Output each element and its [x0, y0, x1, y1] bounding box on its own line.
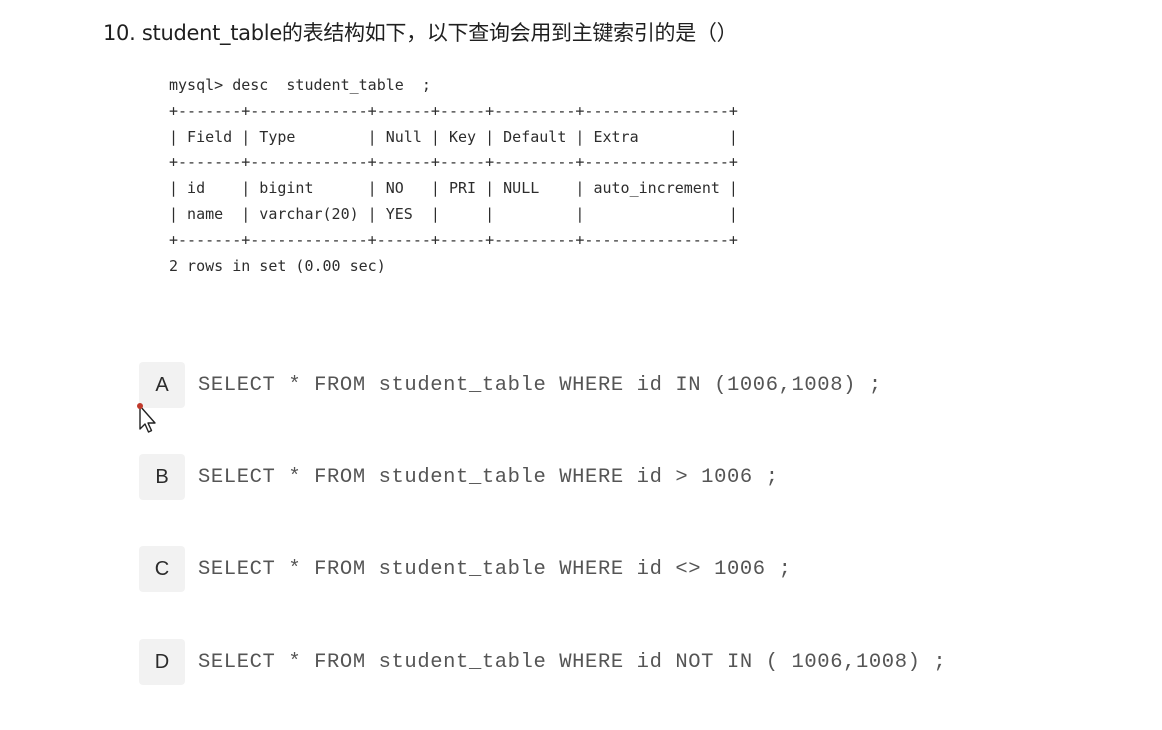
option-text[interactable]: SELECT * FROM student_table WHERE id IN …: [198, 374, 882, 397]
console-line: +-------+-------------+------+-----+----…: [169, 153, 738, 172]
option-a[interactable]: A SELECT * FROM student_table WHERE id I…: [139, 361, 882, 409]
option-d[interactable]: D SELECT * FROM student_table WHERE id N…: [139, 638, 946, 686]
question-title: 10. student_table的表结构如下，以下查询会用到主键索引的是（）: [103, 21, 738, 45]
option-letter-badge[interactable]: C: [139, 546, 185, 592]
console-output-image: mysql> desc student_table ; +-------+---…: [138, 60, 858, 300]
console-line: | Field | Type | Null | Key | Default | …: [169, 127, 738, 146]
console-line: +-------+-------------+------+-----+----…: [169, 230, 738, 249]
console-line: | id | bigint | NO | PRI | NULL | auto_i…: [169, 179, 738, 198]
console-line: +-------+-------------+------+-----+----…: [169, 101, 738, 120]
option-letter-badge[interactable]: D: [139, 639, 185, 685]
option-c[interactable]: C SELECT * FROM student_table WHERE id <…: [139, 545, 792, 593]
cursor-dot: [137, 403, 143, 409]
console-text: mysql> desc student_table ; +-------+---…: [169, 73, 738, 279]
option-text[interactable]: SELECT * FROM student_table WHERE id NOT…: [198, 651, 946, 674]
option-b[interactable]: B SELECT * FROM student_table WHERE id >…: [139, 453, 779, 501]
console-line: 2 rows in set (0.00 sec): [169, 256, 386, 275]
option-text[interactable]: SELECT * FROM student_table WHERE id <> …: [198, 558, 792, 581]
option-letter-badge[interactable]: B: [139, 454, 185, 500]
option-text[interactable]: SELECT * FROM student_table WHERE id > 1…: [198, 466, 779, 489]
console-line: | name | varchar(20) | YES | | | |: [169, 204, 738, 223]
mouse-pointer-icon: [137, 403, 156, 433]
console-line: mysql> desc student_table ;: [169, 76, 431, 94]
